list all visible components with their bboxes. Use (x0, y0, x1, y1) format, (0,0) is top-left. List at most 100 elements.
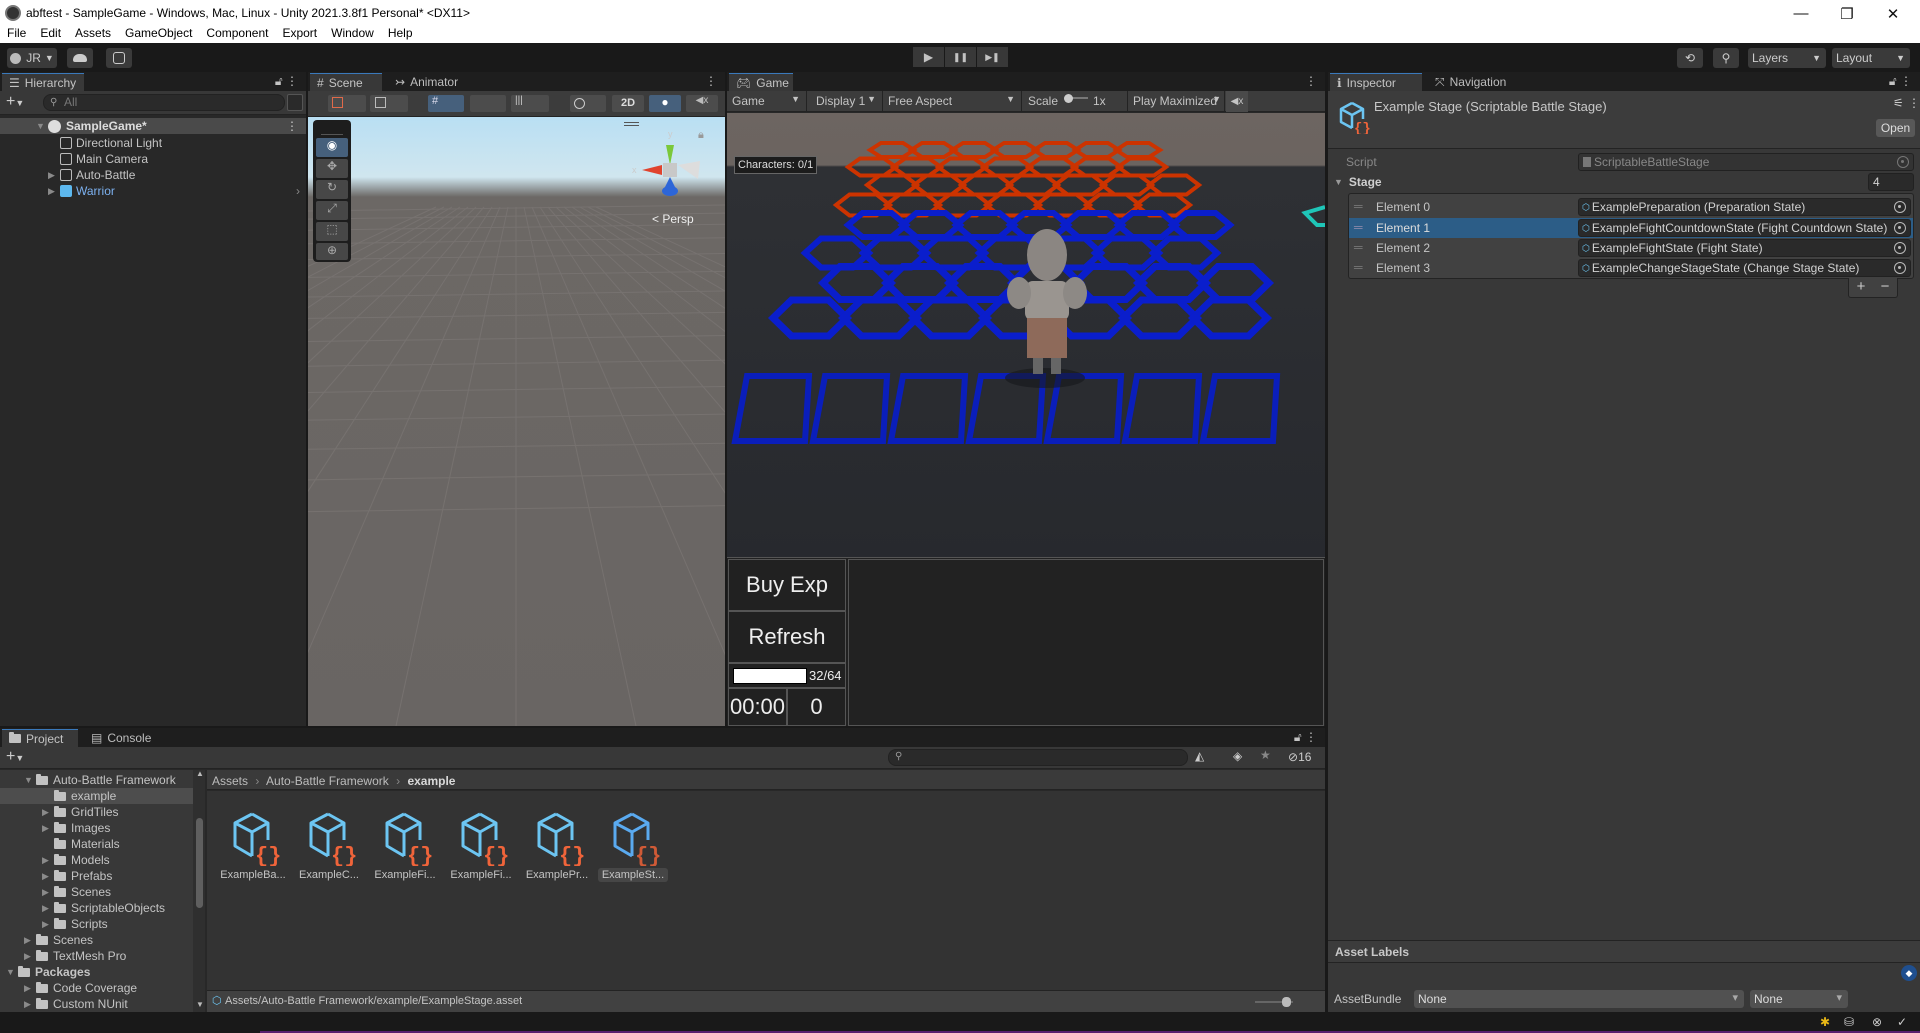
more-icon[interactable]: ⋮ (705, 74, 717, 88)
scene-viewport[interactable]: ◉ ✥ ↻ ⤢ ⬚ ⊕ 🔒︎ y x < Persp (308, 117, 725, 726)
drag-handle-icon[interactable]: ═ (1354, 260, 1363, 274)
enemy-tile[interactable] (1145, 173, 1203, 197)
element-object-field[interactable]: ⬡ ExampleFightCountdownState (Fight Count… (1578, 219, 1911, 237)
history-button[interactable]: ⟲ (1677, 48, 1703, 68)
enemy-tile[interactable] (1004, 173, 1062, 197)
folder-tree-item[interactable]: Materials (0, 836, 205, 852)
create-button[interactable]: +▼ (6, 93, 24, 111)
maximize-button[interactable]: ❐ (1824, 0, 1870, 27)
collapsed-arrow-icon[interactable]: ▶ (24, 999, 36, 1010)
enemy-tile[interactable] (979, 156, 1035, 178)
drag-handle-icon[interactable]: ═ (1354, 240, 1363, 254)
settings-icon[interactable]: ⚟ (1893, 96, 1904, 110)
tab-project[interactable]: Project (2, 729, 78, 747)
lock-icon[interactable]: 🔓︎ (1294, 730, 1302, 744)
tab-scene[interactable]: # Scene (310, 73, 382, 91)
scale-tool-button[interactable]: ⤢ (316, 201, 348, 220)
icon-size-slider[interactable] (1282, 997, 1291, 1007)
player-tile[interactable] (880, 263, 960, 303)
folder-tree-item[interactable]: ▶ ScriptableObjects (0, 900, 205, 916)
more-icon[interactable]: ⋮ (1908, 96, 1920, 110)
tab-navigation[interactable]: ⤧ Navigation (1428, 73, 1513, 91)
list-element[interactable]: ═ Element 3 ⬡ ExampleChangeStageState (Ch… (1349, 258, 1913, 278)
bench-slot[interactable] (887, 373, 969, 444)
player-tile[interactable] (1132, 263, 1212, 303)
panel-options[interactable]: 🔓︎ ⋮ (1889, 74, 1912, 89)
scale-slider[interactable]: Scale 1x (1023, 91, 1128, 112)
more-icon[interactable]: ⋮ (286, 74, 298, 88)
menu-gameobject[interactable]: GameObject (118, 27, 199, 43)
breadcrumb-item[interactable]: Auto-Battle Framework (266, 774, 389, 788)
expand-arrow-icon[interactable]: ▶ (48, 170, 60, 181)
list-element-selected[interactable]: ═ Element 1 ⬡ ExampleFightCountdownState … (1349, 218, 1913, 238)
enemy-tile[interactable] (1024, 156, 1080, 178)
hierarchy-item[interactable]: Main Camera (0, 151, 306, 167)
collapsed-arrow-icon[interactable]: ▶ (42, 807, 54, 818)
enemy-tile[interactable] (1098, 173, 1156, 197)
menu-export[interactable]: Export (275, 27, 324, 43)
player-tile[interactable] (1195, 263, 1275, 303)
projection-toggle[interactable]: < Persp (652, 212, 694, 226)
collapsed-arrow-icon[interactable]: ▶ (24, 935, 36, 946)
buy-exp-button[interactable]: Buy Exp (728, 559, 846, 611)
menu-edit[interactable]: Edit (33, 27, 68, 43)
asset-item[interactable]: {} ExampleSt... (598, 808, 668, 888)
search-by-type-icon[interactable]: ◭ (1195, 749, 1204, 763)
check-icon[interactable]: ✓ (1897, 1015, 1907, 1029)
drag-handle-icon[interactable]: ═ (1354, 199, 1363, 213)
bench-slot[interactable] (1199, 373, 1281, 444)
more-icon[interactable]: ⋮ (286, 119, 298, 133)
gizmo-drag-handle[interactable] (624, 122, 639, 126)
folder-tree-item[interactable]: ▶ TextMesh Pro (0, 948, 205, 964)
breadcrumb-item[interactable]: Assets (212, 774, 248, 788)
list-element[interactable]: ═ Element 0 ⬡ ExamplePreparation (Prepara… (1349, 197, 1913, 217)
collapsed-arrow-icon[interactable]: ▶ (42, 871, 54, 882)
cloud-button[interactable] (67, 48, 93, 68)
collab-button[interactable] (106, 48, 132, 68)
enemy-tile[interactable] (863, 173, 921, 197)
enemy-tile[interactable] (910, 173, 968, 197)
menu-component[interactable]: Component (199, 27, 275, 43)
folder-tree-item[interactable]: ▶ Prefabs (0, 868, 205, 884)
menu-assets[interactable]: Assets (68, 27, 118, 43)
layers-dropdown[interactable]: Layers ▼ (1748, 48, 1826, 68)
orientation-gizmo[interactable]: y x (628, 127, 708, 197)
asset-item[interactable]: {} ExampleC... (294, 808, 364, 888)
collapsed-arrow-icon[interactable]: ▶ (24, 983, 36, 994)
play-button[interactable]: ▶ (913, 47, 944, 67)
more-icon[interactable]: ⋮ (1305, 730, 1317, 744)
rect-tool-button[interactable]: ⬚ (316, 222, 348, 241)
asset-item[interactable]: {} ExampleBa... (218, 808, 288, 888)
object-picker-icon[interactable] (1894, 222, 1906, 234)
collapsed-arrow-icon[interactable]: ▶ (42, 919, 54, 930)
folder-tree-item[interactable]: ▶ Scenes (0, 932, 205, 948)
lock-icon[interactable]: 🔓︎ (1889, 74, 1897, 88)
bench-slot[interactable] (809, 373, 891, 444)
open-button[interactable]: Open (1876, 119, 1915, 137)
tab-hierarchy[interactable]: ☰ Hierarchy (2, 73, 84, 91)
tab-console[interactable]: ▤ Console (84, 729, 158, 747)
enemy-tile[interactable] (934, 156, 990, 178)
remove-element-button[interactable]: − (1881, 278, 1890, 297)
asset-item[interactable]: {} ExampleFi... (446, 808, 516, 888)
menu-help[interactable]: Help (381, 27, 420, 43)
more-icon[interactable]: ⋮ (1305, 74, 1317, 88)
folder-tree-item[interactable]: ▶ Images (0, 820, 205, 836)
enemy-tile[interactable] (844, 156, 900, 178)
tab-game[interactable]: 🎮︎ Game (729, 73, 793, 91)
search-window-button[interactable] (287, 94, 303, 111)
assetbundle-variant-dropdown[interactable]: None (1750, 990, 1848, 1008)
enemy-tile[interactable] (1069, 156, 1125, 178)
cache-server-icon[interactable]: ⛁ (1844, 1015, 1854, 1029)
player-tile[interactable] (907, 296, 993, 340)
element-object-field[interactable]: ⬡ ExampleChangeStageState (Change Stage S… (1578, 259, 1911, 277)
drag-handle[interactable] (321, 123, 343, 135)
draw-mode-dropdown[interactable] (328, 95, 366, 112)
gizmo-y-axis[interactable] (666, 145, 674, 165)
tree-scrollbar[interactable]: ▲ ▼ (193, 769, 205, 1012)
element-object-field[interactable]: ⬡ ExampleFightState (Fight State) (1578, 239, 1911, 257)
bug-warning-icon[interactable]: ✱ (1820, 1015, 1830, 1029)
close-button[interactable]: ✕ (1870, 0, 1916, 27)
tab-animator[interactable]: ↣ Animator (388, 73, 465, 91)
display-dropdown[interactable]: Display 1 ▼ (809, 91, 883, 112)
